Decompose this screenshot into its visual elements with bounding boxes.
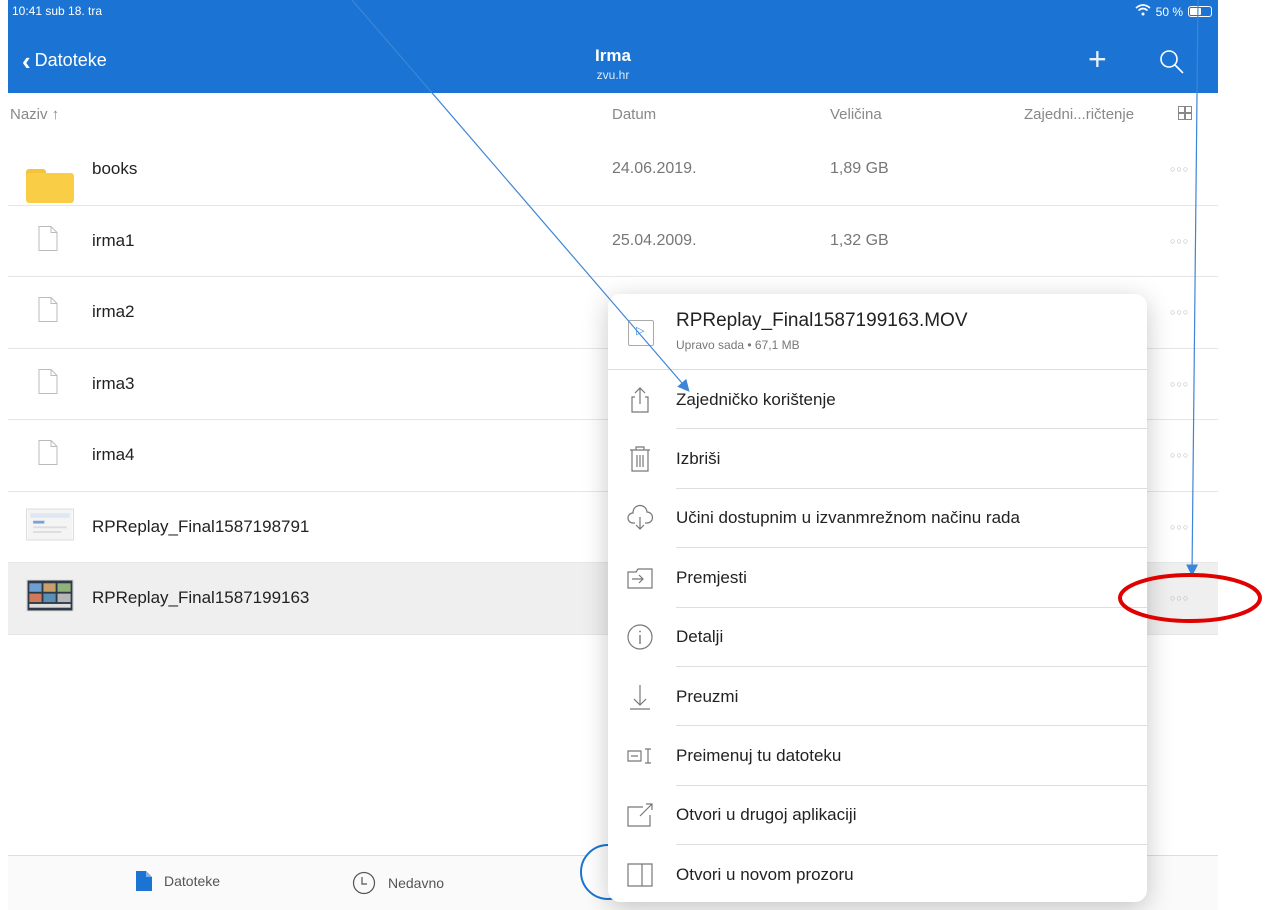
more-options-button[interactable]: ○○○ [1170,379,1189,389]
plus-icon: + [1088,41,1107,77]
menu-item-label: Izbriši [676,449,721,469]
video-thumbnail [26,579,74,617]
grid-view-icon[interactable] [1178,106,1192,120]
column-header: Naziv ↑ Datum Veličina Zajedni...ričtenj… [8,96,1218,136]
column-size[interactable]: Veličina [830,106,882,123]
rename-icon [627,748,651,764]
file-name: irma1 [92,230,135,250]
move-icon [627,568,653,589]
menu-item-share[interactable]: Zajedničko korištenje [608,370,1147,430]
menu-item-label: Otvori u novom prozoru [676,864,854,884]
more-options-button[interactable]: ○○○ [1170,593,1189,603]
file-size: 1,89 GB [830,160,889,178]
status-time-date: 10:41 sub 18. tra [12,4,103,18]
more-options-button[interactable]: ○○○ [1170,236,1189,246]
menu-item-download[interactable]: Preuzmi [608,667,1147,727]
page-title: Irma [595,46,631,65]
battery-percent: 50 % [1155,4,1183,19]
file-name: RPReplay_Final1587199163 [92,588,310,608]
file-name: books [92,159,138,179]
tab-files-label: Datoteke [164,873,221,889]
info-icon [627,624,653,650]
video-thumbnail [26,508,74,545]
tab-recent-label: Nedavno [388,875,445,891]
file-row[interactable]: books 24.06.2019. 1,89 GB ○○○ [8,134,1218,206]
menu-item-new-window[interactable]: Otvori u novom prozoru [608,845,1147,902]
context-menu-file-name: RPReplay_Final1587199163.MOV [676,310,968,331]
more-options-button[interactable]: ○○○ [1170,307,1189,317]
file-name: irma3 [92,373,135,393]
tab-recent[interactable]: Nedavno [352,871,444,895]
file-name: irma2 [92,302,135,322]
status-bar: 10:41 sub 18. tra 50 % [8,0,1218,22]
column-name-sort[interactable]: Naziv ↑ [10,106,59,123]
share-icon [631,386,649,413]
file-date: 25.04.2009. [612,231,697,249]
download-icon [630,684,650,710]
file-context-menu: RPReplay_Final1587199163.MOV Upravo sada… [608,294,1147,902]
document-icon [26,225,58,256]
file-date: 24.06.2019. [612,160,697,178]
search-icon [1160,50,1184,74]
menu-item-label: Otvori u drugoj aplikaciji [676,805,857,825]
column-date[interactable]: Datum [612,106,656,123]
document-icon [26,368,58,399]
document-icon [26,297,58,328]
file-name: irma4 [92,445,135,465]
battery-icon [1188,6,1212,17]
menu-item-label: Učini dostupnim u izvanmrežnom načinu ra… [676,508,1020,528]
menu-item-label: Zajedničko korištenje [676,389,836,409]
open-in-app-icon [627,803,653,828]
status-indicators: 50 % [1135,4,1212,19]
file-icon [136,871,152,891]
file-size: 1,32 GB [830,231,889,249]
new-window-icon [627,863,653,887]
menu-item-offline[interactable]: Učini dostupnim u izvanmrežnom načinu ra… [608,489,1147,549]
file-row[interactable]: irma1 25.04.2009. 1,32 GB ○○○ [8,206,1218,277]
more-options-button[interactable]: ○○○ [1170,450,1189,460]
back-button[interactable]: ‹ Datoteke [22,45,107,76]
page-subtitle: zvu.hr [596,68,630,82]
menu-item-label: Preuzmi [676,686,739,706]
menu-item-open-in-app[interactable]: Otvori u drugoj aplikaciji [608,786,1147,846]
menu-item-details[interactable]: Detalji [608,608,1147,668]
cloud-download-icon [627,505,654,531]
back-label: Datoteke [34,50,107,70]
tab-files[interactable]: Datoteke [136,871,220,891]
menu-item-label: Detalji [676,627,724,647]
menu-item-move[interactable]: Premjesti [608,548,1147,608]
add-button[interactable]: + [1088,41,1107,77]
clock-icon [352,871,376,895]
top-bar: 10:41 sub 18. tra 50 % ‹ Datoteke Irma z… [8,0,1218,93]
document-icon [26,440,58,471]
video-file-icon [628,320,654,346]
menu-item-label: Premjesti [676,567,747,587]
title-block: Irma zvu.hr [595,46,631,82]
context-menu-file-meta: Upravo sada • 67,1 MB [676,338,800,352]
chevron-left-icon: ‹ [22,45,31,76]
file-name: RPReplay_Final1587198791 [92,516,310,536]
context-menu-header: RPReplay_Final1587199163.MOV Upravo sada… [608,294,1147,370]
more-options-button[interactable]: ○○○ [1170,164,1189,174]
wifi-icon [1135,4,1151,19]
trash-icon [630,446,650,472]
more-options-button[interactable]: ○○○ [1170,522,1189,532]
menu-item-delete[interactable]: Izbriši [608,429,1147,490]
menu-item-label: Preimenuj tu datoteku [676,746,842,766]
column-shared[interactable]: Zajedni...ričtenje [1024,106,1134,123]
menu-item-rename[interactable]: Preimenuj tu datoteku [608,726,1147,787]
search-button[interactable] [1158,48,1186,81]
